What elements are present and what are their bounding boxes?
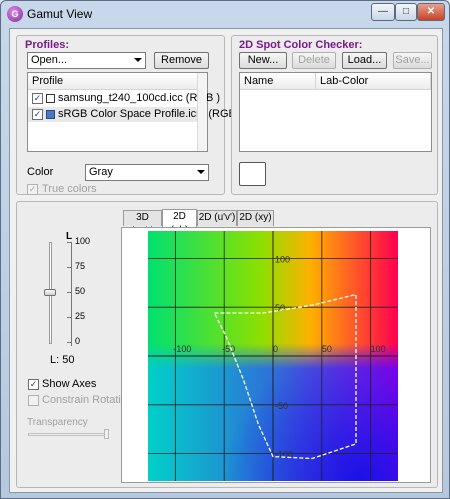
- close-button[interactable]: ✕: [417, 3, 445, 21]
- profile-item-samsung[interactable]: ✓ samsung_t240_100cd.icc (RGB ): [28, 91, 220, 106]
- l-axis-label: L: [66, 231, 73, 242]
- chevron-down-icon: [197, 170, 205, 174]
- x-tick-label: -100: [173, 344, 191, 354]
- tab-2d-uv[interactable]: 2D (u'v'): [197, 210, 237, 226]
- ab-gamut-plot[interactable]: -100 -50 0 50 100 100 50 -50 -100: [148, 231, 398, 481]
- tab-3d-lab[interactable]: 3D (Lab): [123, 210, 162, 237]
- color-mode-value: Gray: [89, 166, 113, 178]
- view-tabs: 3D (Lab) 2D (ab) 2D (u'v') 2D (xy): [123, 209, 289, 237]
- l-scale-tick: [67, 267, 72, 268]
- l-scale-tick: [67, 342, 72, 343]
- new-spot-button[interactable]: New...: [239, 52, 287, 69]
- l-scale-tick-label: 50: [75, 286, 86, 296]
- open-profile-value: Open...: [31, 54, 68, 66]
- plot-frame: -100 -50 0 50 100 100 50 -50 -100: [121, 227, 431, 483]
- chevron-down-icon: [134, 58, 142, 62]
- remove-button[interactable]: Remove: [154, 52, 209, 69]
- x-tick-label: 50: [322, 344, 332, 354]
- y-tick-label: 50: [275, 303, 285, 313]
- profile-checkbox[interactable]: ✓: [32, 109, 43, 120]
- gamut-view-window: G Gamut View — □ ✕ Profiles: Open... Rem…: [0, 0, 450, 499]
- l-scale-tick: [67, 317, 72, 318]
- profile-color-swatch: [46, 110, 55, 119]
- show-axes-checkbox[interactable]: ✓: [28, 379, 39, 390]
- l-scale-tick-label: 0: [75, 336, 81, 346]
- color-mode-combo[interactable]: Gray: [85, 164, 209, 181]
- true-colors-checkbox[interactable]: ✓: [27, 184, 38, 195]
- maximize-button[interactable]: □: [395, 3, 417, 21]
- profiles-panel: Profiles: Open... Remove Profile ✓ samsu…: [16, 35, 243, 195]
- spot-color-swatch[interactable]: [239, 162, 266, 186]
- profile-color-swatch: [46, 94, 55, 103]
- profiles-title: Profiles:: [25, 39, 70, 51]
- profile-column-header[interactable]: Profile: [28, 73, 198, 90]
- color-label: Color: [27, 166, 54, 178]
- y-tick-label: 100: [275, 254, 290, 264]
- save-spot-button[interactable]: Save...: [393, 52, 432, 69]
- x-tick-label: -50: [222, 344, 235, 354]
- l-scale-tick: [67, 242, 72, 243]
- profile-item-label: sRGB Color Space Profile.icm (RGB ): [58, 108, 243, 120]
- minimize-button[interactable]: —: [371, 3, 395, 21]
- true-colors-label: True colors: [42, 183, 97, 195]
- tab-2d-ab[interactable]: 2D (ab): [162, 209, 197, 236]
- l-scale-tick-label: 75: [75, 261, 86, 271]
- show-axes-label: Show Axes: [42, 378, 97, 390]
- spot-color-panel: 2D Spot Color Checker: New... Delete Loa…: [231, 35, 438, 195]
- constrain-rotation-checkbox[interactable]: [28, 395, 39, 406]
- column-header-name[interactable]: Name: [240, 73, 316, 90]
- l-scale-tick-label: 25: [75, 311, 86, 321]
- profile-item-label: samsung_t240_100cd.icc (RGB ): [58, 92, 221, 104]
- client-area: Profiles: Open... Remove Profile ✓ samsu…: [9, 28, 443, 493]
- open-profile-combo[interactable]: Open...: [27, 52, 146, 69]
- spot-checker-title: 2D Spot Color Checker:: [239, 39, 363, 51]
- constrain-rotation-label: Constrain Rotation: [42, 394, 134, 406]
- tab-2d-xy[interactable]: 2D (xy): [237, 210, 274, 226]
- y-tick-label: -50: [275, 401, 288, 411]
- load-spot-button[interactable]: Load...: [342, 52, 387, 69]
- y-tick-label: -100: [275, 450, 293, 460]
- l-slider-thumb[interactable]: [44, 289, 56, 296]
- transparency-label: Transparency: [27, 417, 88, 428]
- transparency-slider-track[interactable]: [28, 433, 108, 436]
- l-scale-line: [71, 242, 72, 346]
- l-scale-tick: [67, 292, 72, 293]
- l-scale-tick-label: 100: [75, 236, 91, 246]
- profile-checkbox[interactable]: ✓: [32, 93, 43, 104]
- spot-color-list[interactable]: Name Lab-Color: [239, 72, 432, 152]
- profile-item-srgb[interactable]: ✓ sRGB Color Space Profile.icm (RGB ): [28, 107, 243, 122]
- title-bar[interactable]: G Gamut View — □ ✕: [1, 1, 449, 27]
- profile-list-scrollbar[interactable]: [197, 73, 207, 151]
- window-title: Gamut View: [27, 7, 93, 21]
- l-value-readout: L: 50: [50, 354, 75, 366]
- profile-list[interactable]: Profile ✓ samsung_t240_100cd.icc (RGB ) …: [27, 72, 243, 152]
- delete-spot-button[interactable]: Delete: [292, 52, 336, 69]
- gamut-view-panel: L 100 75 50 25 0 L: 50 ✓ Show Axes Constrain…: [16, 201, 438, 488]
- x-tick-label: 0: [273, 344, 278, 354]
- transparency-slider-thumb[interactable]: [104, 429, 109, 439]
- column-header-lab[interactable]: Lab-Color: [316, 73, 431, 90]
- app-icon: G: [7, 6, 23, 22]
- x-tick-label: 100: [371, 344, 386, 354]
